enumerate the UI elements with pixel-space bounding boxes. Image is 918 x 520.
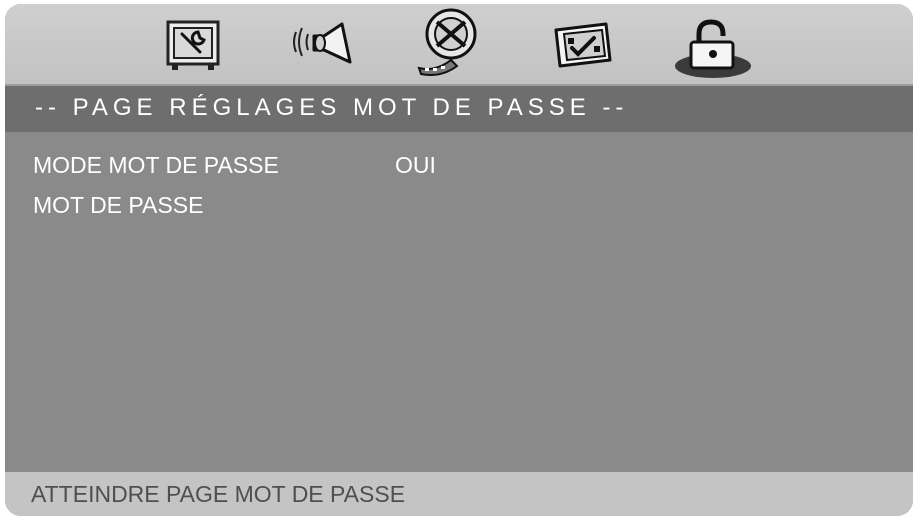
video-film-reel-icon[interactable] [415, 6, 489, 76]
status-text: ATTEINDRE PAGE MOT DE PASSE [31, 481, 406, 507]
setup-menu-screen: -- PAGE RÉGLAGES MOT DE PASSE -- MODE MO… [5, 4, 913, 516]
menu-icon-bar [5, 4, 913, 86]
status-bar: ATTEINDRE PAGE MOT DE PASSE [5, 472, 913, 516]
page-title: -- PAGE RÉGLAGES MOT DE PASSE -- [35, 94, 629, 121]
setting-label-password-mode: MODE MOT DE PASSE [33, 152, 279, 178]
audio-speaker-icon[interactable] [290, 12, 356, 78]
setting-row-password-mode[interactable]: MODE MOT DE PASSE OUI [33, 152, 436, 179]
password-lock-icon[interactable] [673, 18, 753, 84]
preferences-checklist-icon[interactable] [550, 12, 616, 78]
setting-row-password[interactable]: MOT DE PASSE [33, 192, 395, 219]
setting-label-password: MOT DE PASSE [33, 192, 204, 218]
settings-list: MODE MOT DE PASSE OUI MOT DE PASSE [5, 132, 913, 472]
settings-wrench-icon[interactable] [160, 12, 226, 78]
setting-value-password-mode[interactable]: OUI [395, 152, 436, 178]
page-title-bar: -- PAGE RÉGLAGES MOT DE PASSE -- [5, 86, 913, 132]
